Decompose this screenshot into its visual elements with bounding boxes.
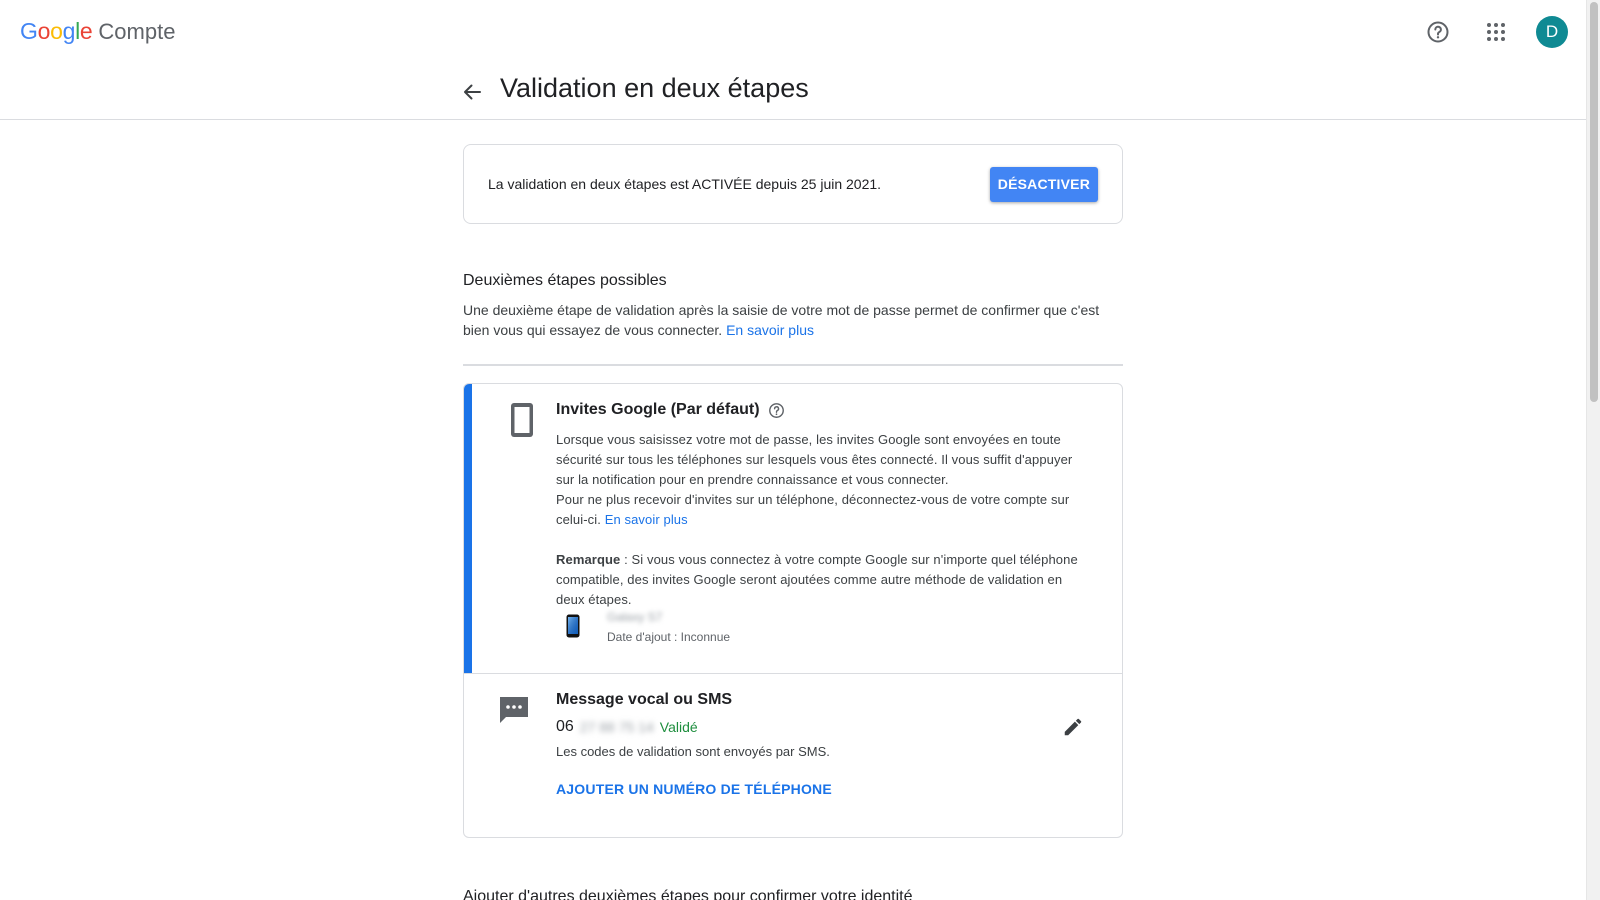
google-account-logo[interactable]: Google Compte [20,18,175,45]
edit-phone-button[interactable] [1058,712,1088,742]
method-body: Invites Google (Par défaut) Lorsque vous… [556,400,1086,650]
status-text: La validation en deux étapes est ACTIVÉE… [488,176,882,192]
help-icon[interactable] [768,402,785,419]
two-step-status-card: La validation en deux étapes est ACTIVÉE… [463,144,1123,224]
google-prompts-title: Invites Google (Par défaut) [556,401,760,418]
next-section-title: Ajouter d'autres deuxièmes étapes pour c… [463,888,913,900]
page-title: Validation en deux étapes [500,73,809,103]
method-body: Message vocal ou SMS 06 27 88 75 14 Vali… [556,690,1086,797]
method-icon [494,690,534,730]
sms-method: Message vocal ou SMS 06 27 88 75 14 Vali… [464,673,1122,837]
note-label: Remarque [556,552,621,567]
method-icon [502,400,542,440]
logo-letter: e [79,18,93,44]
note-text: : Si vous vous connectez à votre compte … [556,552,1078,607]
section-divider [463,364,1123,366]
edit-pencil-icon [1064,718,1082,736]
phone-device-icon [566,614,580,638]
help-icon [1427,21,1449,43]
google-prompts-method: Invites Google (Par défaut) Lorsque vous… [464,384,1122,673]
smartphone-icon [511,403,533,437]
back-button[interactable] [456,76,488,108]
sms-message-icon [500,697,528,723]
top-app-bar: Google Compte D [0,0,1586,64]
sms-title: Message vocal ou SMS [556,691,733,708]
top-actions: D [1420,14,1568,50]
add-phone-link[interactable]: AJOUTER UN NUMÉRO DE TÉLÉPHONE [556,781,1086,797]
phone-status: Validé [659,719,698,735]
logo-letter: G [20,18,38,44]
arrow-back-icon [464,84,481,100]
learn-more-link[interactable]: En savoir plus [605,512,688,527]
scrollbar-thumb[interactable] [1590,2,1598,402]
device-row: Galaxy S7 Date d'ajout : Inconnue [556,610,1086,650]
page-header: Validation en deux étapes [0,64,1586,120]
logo-letter: o [37,18,51,44]
product-name: Compte [98,19,176,44]
method-title: Invites Google (Par défaut) [556,400,1086,420]
description-paragraph-1: Lorsque vous saisissez votre mot de pass… [556,432,1073,487]
apps-button[interactable] [1478,14,1514,50]
sms-note: Les codes de validation sont envoyés par… [556,744,830,759]
methods-card: Invites Google (Par défaut) Lorsque vous… [463,383,1123,838]
logo-letter: g [62,18,76,44]
google-wordmark: Google [20,18,93,45]
phone-row: 06 27 88 75 14 Validé [556,718,1086,736]
second-steps-description: Une deuxième étape de validation après l… [463,300,1123,340]
main-content: La validation en deux étapes est ACTIVÉE… [463,144,1123,838]
help-button[interactable] [1420,14,1456,50]
second-steps-title: Deuxièmes étapes possibles [463,272,667,289]
disable-button[interactable]: DÉSACTIVER [989,166,1098,202]
logo-letter: o [50,18,63,44]
learn-more-link[interactable]: En savoir plus [726,322,814,338]
google-prompts-description: Lorsque vous saisissez votre mot de pass… [556,430,1086,610]
account-avatar[interactable]: D [1536,16,1568,48]
phone-number-redacted: 27 88 75 14 [579,719,654,735]
phone-prefix: 06 [556,718,574,735]
device-date-added: Date d'ajout : Inconnue [607,630,731,644]
apps-grid-icon [1487,23,1505,41]
device-name: Galaxy S7 [607,610,663,624]
vertical-scrollbar[interactable] [1586,0,1600,900]
